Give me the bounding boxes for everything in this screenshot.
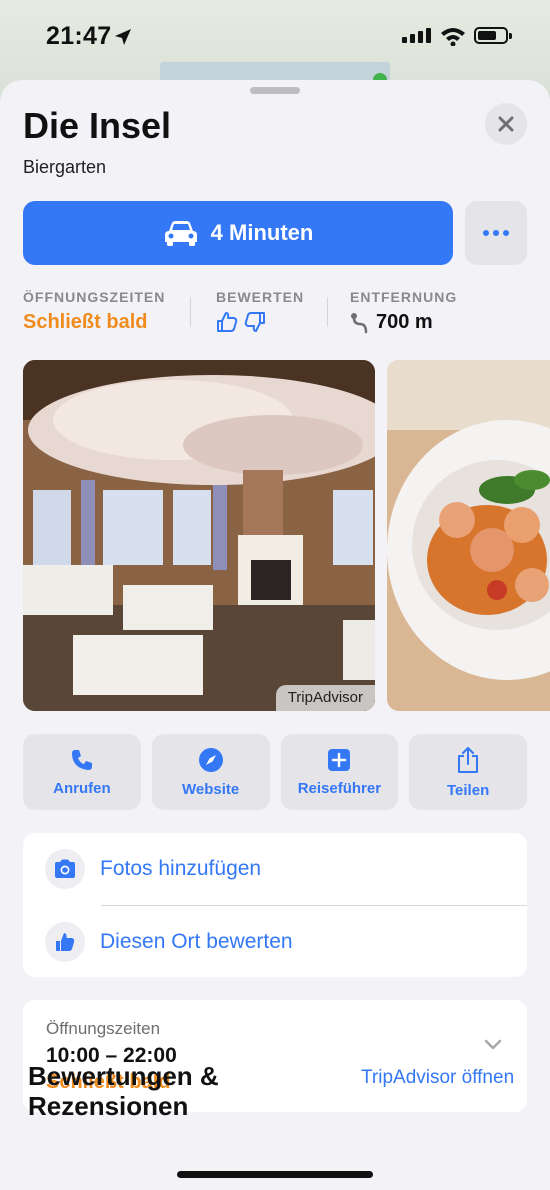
directions-button[interactable]: 4 Minuten	[23, 201, 453, 265]
more-dot	[503, 230, 509, 236]
contribute-card: Fotos hinzufügen Diesen Ort bewerten	[23, 833, 527, 977]
share-icon	[458, 746, 479, 773]
distance-value: 700 m	[376, 311, 433, 333]
plus-square-icon	[328, 748, 351, 771]
compass-icon	[198, 747, 223, 772]
chevron-down-icon[interactable]	[483, 1037, 503, 1051]
status-time: 21:47	[46, 22, 112, 50]
more-dot	[483, 230, 489, 236]
camera-icon	[45, 849, 85, 889]
add-photos-row[interactable]: Fotos hinzufügen	[23, 833, 527, 905]
wifi-icon	[441, 28, 465, 46]
more-dot	[493, 230, 499, 236]
distance-row: 700 m	[350, 311, 457, 334]
info-divider	[190, 297, 191, 327]
reviews-title: Bewertungen & Rezensionen	[28, 1061, 219, 1121]
guides-label: Reiseführer	[297, 779, 382, 797]
website-label: Website	[182, 780, 240, 798]
action-buttons: Anrufen Website Reiseführer Teilen	[23, 734, 527, 810]
guides-button[interactable]: Reiseführer	[280, 734, 399, 810]
thumbs-down-icon[interactable]	[244, 311, 266, 333]
close-button[interactable]	[485, 103, 527, 145]
home-indicator[interactable]	[177, 1171, 373, 1178]
route-icon	[351, 312, 368, 333]
thumbs-up-icon[interactable]	[216, 311, 238, 333]
rate-label: BEWERTEN	[216, 289, 305, 305]
website-button[interactable]: Website	[151, 734, 270, 810]
location-arrow-icon	[115, 29, 131, 45]
more-options-button[interactable]	[465, 201, 527, 265]
call-button[interactable]: Anrufen	[23, 734, 141, 810]
cellular-signal-icon	[402, 28, 431, 43]
dish-image	[387, 360, 550, 711]
hours-label: ÖFFNUNGSZEITEN	[23, 289, 166, 305]
close-icon	[498, 116, 514, 132]
interior-image	[23, 360, 375, 711]
share-label: Teilen	[447, 781, 490, 799]
add-photos-label: Fotos hinzufügen	[100, 857, 262, 880]
distance-label: ENTFERNUNG	[350, 289, 458, 305]
rate-place-label: Diesen Ort bewerten	[100, 930, 293, 953]
place-sheet: Die Insel Biergarten 4 Minuten ÖFFNUNGSZ…	[0, 80, 550, 1190]
rate-place-row[interactable]: Diesen Ort bewerten	[23, 906, 527, 978]
rate-thumbs	[216, 311, 304, 333]
tripadvisor-link[interactable]: TripAdvisor öffnen	[361, 1067, 514, 1089]
photo-attribution[interactable]: TripAdvisor	[275, 685, 375, 711]
battery-icon	[474, 27, 512, 44]
place-title: Die Insel	[23, 105, 172, 146]
thumbs-up-filled-icon	[45, 922, 85, 962]
rate-summary[interactable]: BEWERTEN	[216, 289, 304, 333]
info-divider	[327, 297, 328, 327]
photo-restaurant-interior[interactable]: TripAdvisor	[23, 360, 375, 711]
hours-status: Schließt bald	[23, 311, 148, 333]
directions-label: 4 Minuten	[210, 220, 314, 245]
hours-card-label: Öffnungszeiten	[46, 1019, 161, 1038]
place-category: Biergarten	[23, 157, 107, 177]
sheet-grabber[interactable]	[250, 87, 300, 94]
status-bar: 21:47	[0, 0, 550, 70]
distance-summary: ENTFERNUNG 700 m	[350, 289, 457, 334]
call-label: Anrufen	[53, 779, 111, 797]
photo-dish[interactable]	[387, 360, 550, 711]
phone-icon	[71, 749, 92, 770]
car-icon	[164, 221, 197, 246]
hours-summary[interactable]: ÖFFNUNGSZEITEN Schließt bald	[23, 289, 165, 334]
share-button[interactable]: Teilen	[409, 734, 527, 810]
